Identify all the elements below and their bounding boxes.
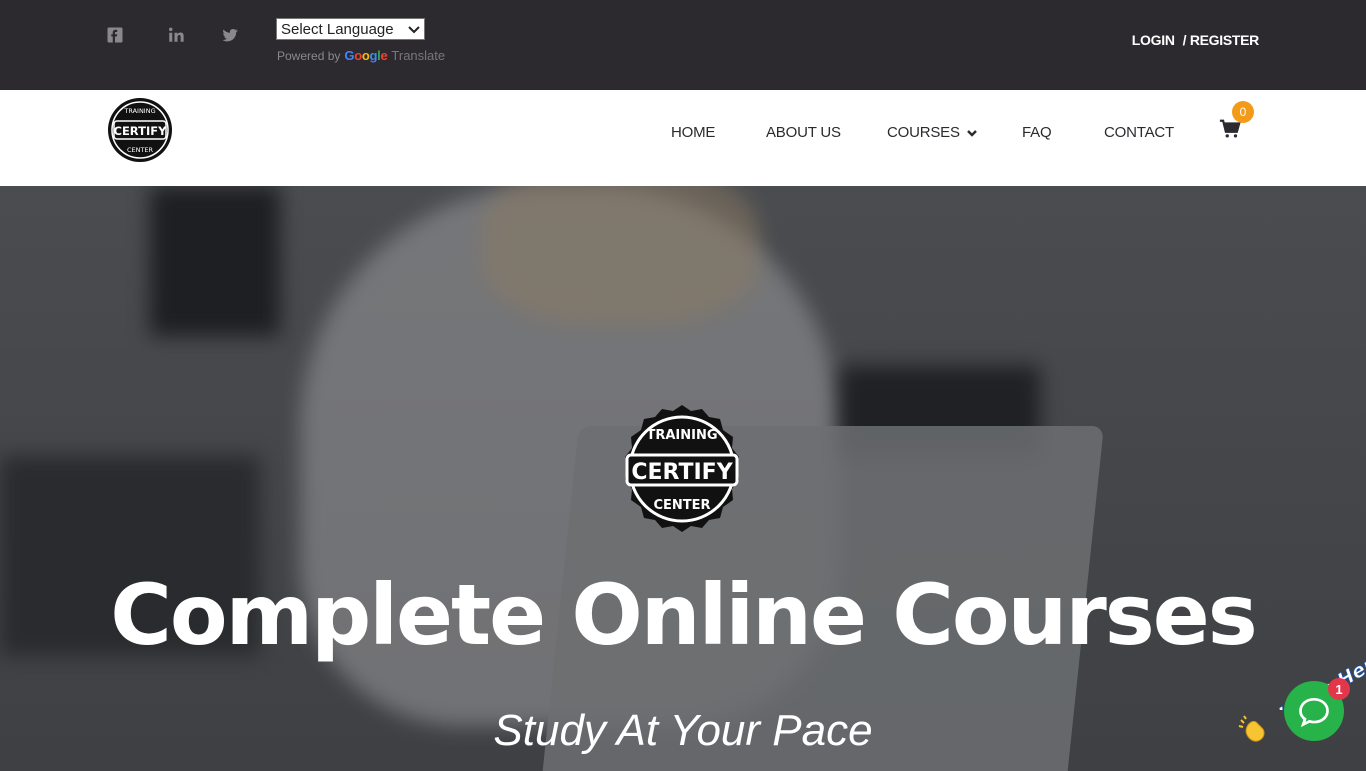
nav-about-us[interactable]: ABOUT US — [766, 124, 841, 141]
cart-count-badge: 0 — [1232, 101, 1254, 123]
hero-title: Complete Online Courses — [110, 566, 1258, 664]
powered-by-label: Powered by — [277, 48, 341, 63]
nav-courses-label: COURSES — [887, 124, 960, 141]
nav-home[interactable]: HOME — [671, 124, 715, 141]
linkedin-icon[interactable] — [165, 24, 187, 46]
chat-widget[interactable]: We Are Here! 1 — [1236, 640, 1366, 771]
chevron-down-icon — [408, 26, 420, 34]
svg-text:TRAINING: TRAINING — [123, 107, 155, 115]
chat-notification-badge: 1 — [1328, 678, 1350, 700]
powered-by-google-translate[interactable]: Powered by Google Translate — [277, 48, 445, 63]
hero-logo: CERTIFY TRAINING CENTER — [625, 405, 739, 532]
language-select-value: Select Language — [281, 20, 394, 38]
register-link[interactable]: / REGISTER — [1183, 32, 1260, 48]
twitter-icon[interactable] — [219, 24, 241, 46]
language-select[interactable]: Select Language — [276, 18, 425, 40]
nav-contact[interactable]: CONTACT — [1104, 124, 1174, 141]
top-bar: Select Language Powered by Google Transl… — [0, 0, 1366, 90]
svg-text:CERTIFY: CERTIFY — [631, 460, 733, 485]
hero-subtitle: Study At Your Pace — [493, 706, 873, 755]
auth-links: LOGIN / REGISTER — [1132, 32, 1260, 48]
facebook-icon[interactable] — [104, 24, 126, 46]
nav-courses[interactable]: COURSES — [887, 124, 978, 141]
background-shape — [150, 186, 280, 336]
translate-label: Translate — [391, 48, 446, 63]
google-logo: Google — [344, 48, 388, 63]
background-hair — [480, 186, 760, 326]
waving-hand-icon — [1238, 715, 1265, 742]
nav-faq[interactable]: FAQ — [1022, 124, 1052, 141]
chevron-down-icon — [966, 129, 977, 137]
svg-text:TRAINING: TRAINING — [646, 428, 717, 443]
login-link[interactable]: LOGIN — [1132, 32, 1175, 48]
main-navbar: CERTIFY TRAINING CENTER HOME ABOUT US CO… — [0, 90, 1366, 186]
svg-text:CERTIFY: CERTIFY — [114, 124, 168, 138]
svg-text:CENTER: CENTER — [127, 146, 154, 154]
svg-text:CENTER: CENTER — [653, 498, 710, 513]
chat-bubble-icon — [1299, 697, 1329, 728]
site-logo[interactable]: CERTIFY TRAINING CENTER — [107, 90, 173, 170]
hero-banner: CERTIFY TRAINING CENTER Complete Online … — [0, 186, 1366, 771]
